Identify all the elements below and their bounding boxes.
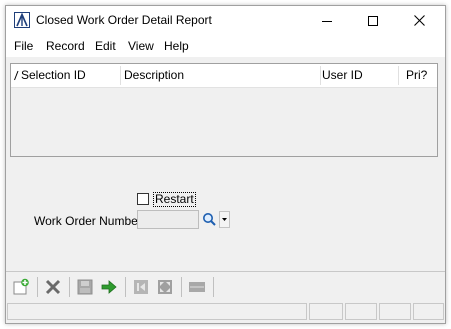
restart-label[interactable]: Restart — [153, 192, 196, 207]
new-record-button[interactable] — [11, 277, 31, 297]
report-window: Closed Work Order Detail Report File Rec… — [5, 5, 446, 324]
work-order-number-input[interactable] — [137, 210, 199, 229]
toolbar — [6, 271, 445, 302]
toolbar-separator — [69, 277, 70, 297]
menu-help[interactable]: Help — [164, 39, 189, 53]
first-record-button[interactable] — [131, 277, 151, 297]
status-message-panel — [7, 303, 307, 320]
close-icon — [413, 15, 425, 26]
expand-button[interactable] — [155, 277, 175, 297]
status-panel — [379, 303, 411, 320]
sort-indicator-icon — [14, 70, 19, 81]
delete-icon — [45, 279, 61, 295]
status-panel — [309, 303, 343, 320]
first-icon — [134, 280, 148, 294]
delete-button[interactable] — [43, 277, 63, 297]
status-bar — [6, 301, 445, 323]
toolbar-separator — [125, 277, 126, 297]
menu-edit[interactable]: Edit — [95, 39, 116, 53]
status-panel — [345, 303, 377, 320]
go-icon — [101, 280, 117, 294]
work-order-lookup-button[interactable] — [201, 210, 231, 229]
column-user-id[interactable]: User ID — [322, 64, 363, 87]
selection-grid[interactable]: Selection ID Description User ID Pri? — [10, 63, 438, 157]
search-icon — [203, 211, 230, 228]
column-selection-id[interactable]: Selection ID — [21, 64, 86, 87]
toolbar-separator — [213, 277, 214, 297]
title-bar: Closed Work Order Detail Report — [6, 6, 445, 35]
new-record-icon — [13, 278, 29, 295]
list-view-button[interactable] — [187, 277, 207, 297]
list-icon — [189, 282, 205, 292]
status-panel — [413, 303, 444, 320]
menu-bar: File Record Edit View Help — [6, 35, 445, 57]
toolbar-separator — [181, 277, 182, 297]
minimize-button[interactable] — [304, 6, 350, 35]
save-icon — [77, 279, 93, 295]
menu-file[interactable]: File — [14, 39, 33, 53]
maximize-icon — [368, 15, 378, 26]
maximize-button[interactable] — [350, 6, 396, 35]
column-divider[interactable] — [120, 66, 121, 85]
column-description[interactable]: Description — [124, 64, 184, 87]
column-divider[interactable] — [320, 66, 321, 85]
a-logo-icon — [14, 12, 30, 28]
go-button[interactable] — [99, 277, 119, 297]
toolbar-separator — [37, 277, 38, 297]
menu-view[interactable]: View — [128, 39, 154, 53]
column-divider[interactable] — [398, 66, 399, 85]
expand-icon — [158, 280, 172, 294]
close-button[interactable] — [396, 6, 442, 35]
column-priority[interactable]: Pri? — [406, 64, 427, 87]
window-title: Closed Work Order Detail Report — [36, 13, 212, 27]
work-order-number-label: Work Order Number: — [34, 214, 146, 228]
grid-header: Selection ID Description User ID Pri? — [11, 64, 437, 88]
minimize-icon — [322, 20, 332, 22]
restart-checkbox[interactable] — [137, 193, 149, 205]
save-button[interactable] — [75, 277, 95, 297]
menu-record[interactable]: Record — [46, 39, 85, 53]
